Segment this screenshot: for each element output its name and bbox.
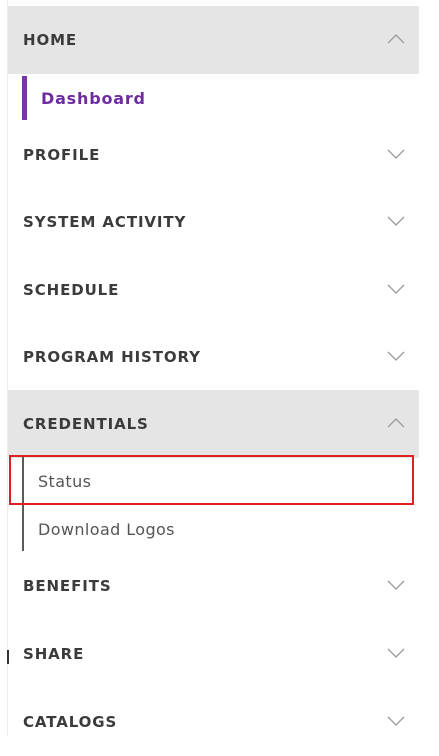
nav-section-label: CATALOGS xyxy=(23,713,118,731)
nav-section-label: SHARE xyxy=(23,645,85,663)
chevron-down-icon xyxy=(387,648,405,658)
nav-section-label: PROFILE xyxy=(23,146,101,164)
nav-section-profile[interactable]: PROFILE xyxy=(8,121,419,189)
chevron-down-icon xyxy=(387,580,405,590)
nav-section-benefits[interactable]: BENEFITS xyxy=(8,552,419,620)
nav-section-program-history[interactable]: PROGRAM HISTORY xyxy=(8,323,419,391)
nav-item-label: Dashboard xyxy=(41,88,146,108)
nav-section-label: BENEFITS xyxy=(23,577,112,595)
chevron-up-icon xyxy=(387,418,405,428)
chevron-down-icon xyxy=(387,149,405,159)
nav-item-download-logos[interactable]: Download Logos xyxy=(22,506,420,552)
nav-section-label: PROGRAM HISTORY xyxy=(23,348,201,366)
nav-item-label: Status xyxy=(38,471,92,491)
nav-item-status[interactable]: Status xyxy=(22,458,420,504)
chevron-down-icon xyxy=(387,216,405,226)
nav-section-catalogs[interactable]: CATALOGS xyxy=(8,688,419,756)
nav-item-label: Download Logos xyxy=(38,519,175,539)
nav-item-dashboard[interactable]: Dashboard xyxy=(22,76,420,120)
nav-section-credentials[interactable]: CREDENTIALS xyxy=(8,390,419,458)
nav-section-schedule[interactable]: SCHEDULE xyxy=(8,256,419,324)
nav-section-label: SYSTEM ACTIVITY xyxy=(23,213,187,231)
nav-section-label: SCHEDULE xyxy=(23,281,120,299)
nav-section-label: CREDENTIALS xyxy=(23,415,149,433)
nav-section-home[interactable]: HOME xyxy=(8,6,419,74)
nav-section-system-activity[interactable]: SYSTEM ACTIVITY xyxy=(8,188,419,256)
nav-section-label: HOME xyxy=(23,31,78,49)
chevron-down-icon xyxy=(387,284,405,294)
chevron-up-icon xyxy=(387,34,405,44)
chevron-down-icon xyxy=(387,716,405,726)
chevron-down-icon xyxy=(387,351,405,361)
nav-section-share[interactable]: SHARE xyxy=(8,620,419,688)
